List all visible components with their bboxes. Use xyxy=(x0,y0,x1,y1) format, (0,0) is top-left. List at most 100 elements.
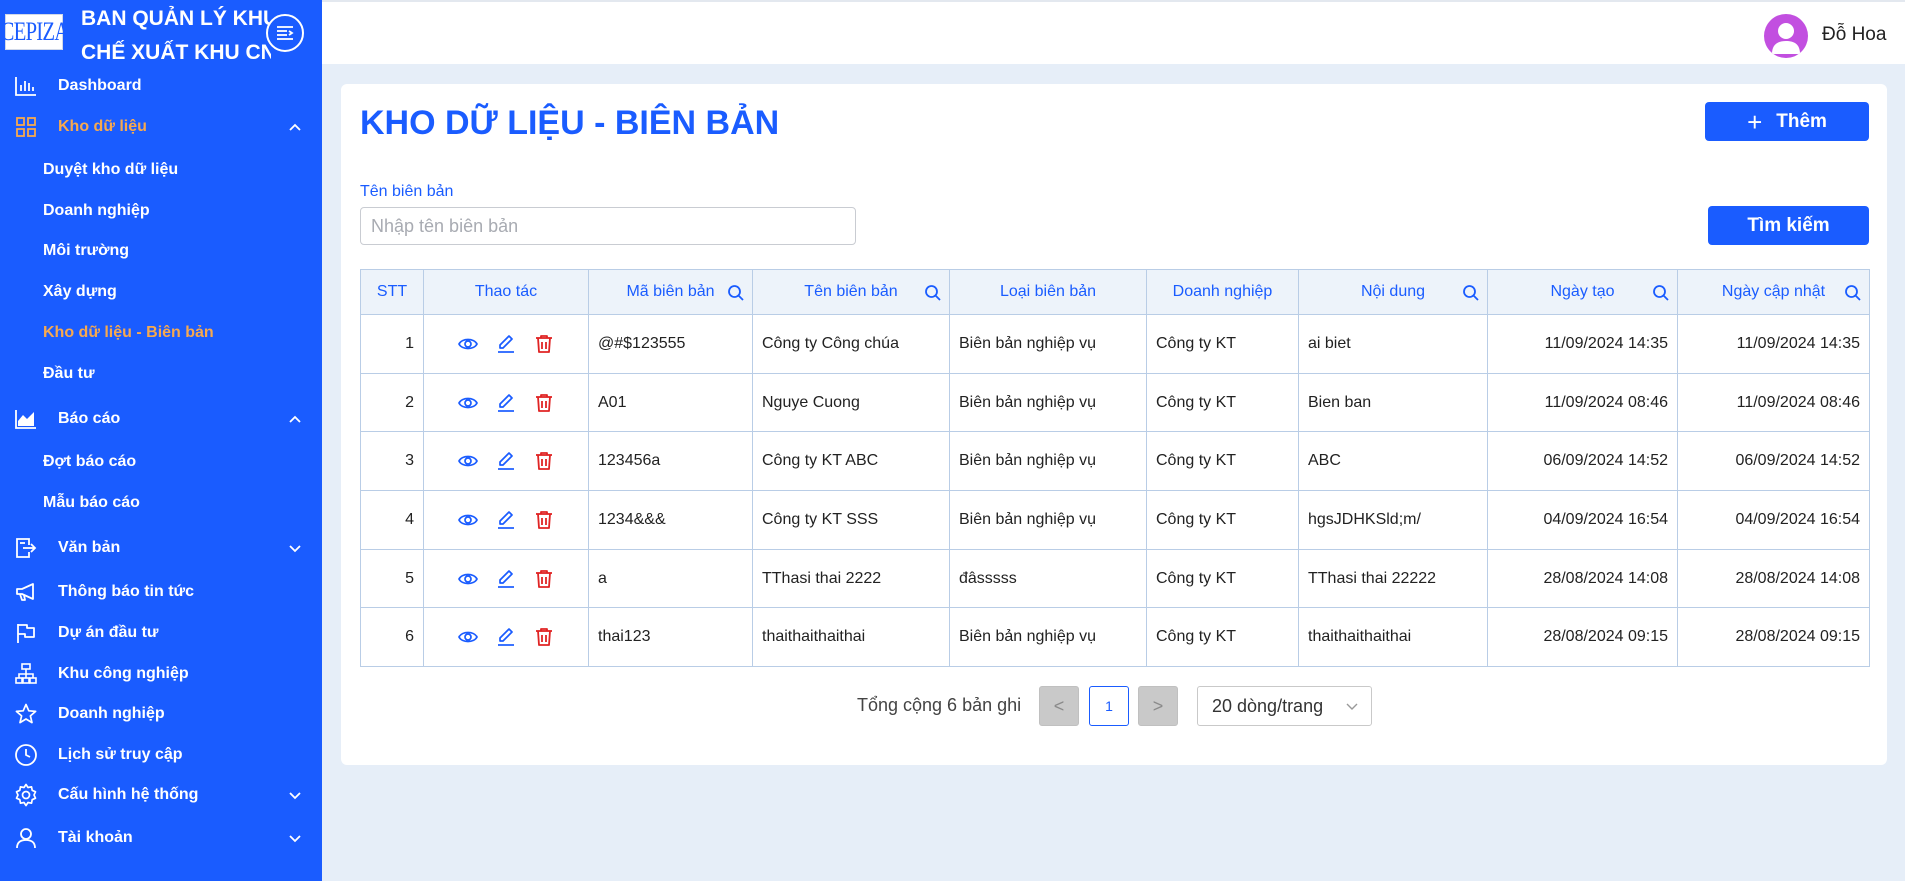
flag-icon xyxy=(14,621,38,645)
cell-ngay-cap-nhat: 11/09/2024 14:35 xyxy=(1677,314,1870,374)
search-icon[interactable] xyxy=(1652,284,1670,302)
cell-actions xyxy=(423,607,589,668)
sidebar-item-van-ban[interactable]: Văn bản xyxy=(0,530,322,566)
page-number-button[interactable]: 1 xyxy=(1089,686,1129,726)
trash-icon[interactable] xyxy=(534,334,554,354)
eye-icon[interactable] xyxy=(458,627,478,647)
prev-page-button[interactable]: < xyxy=(1039,686,1079,726)
cell-actions xyxy=(423,548,589,609)
table-row[interactable]: 3 123456a Công ty KT ABC Biên bản nghiệp vụ… xyxy=(360,431,1870,492)
search-icon[interactable] xyxy=(924,284,942,302)
cell-stt: 5 xyxy=(360,548,424,609)
cell-stt: 6 xyxy=(360,607,424,668)
avatar[interactable] xyxy=(1764,14,1808,58)
gear-icon xyxy=(14,783,38,807)
cell-loai-bien-ban: đâsssss xyxy=(949,548,1147,609)
next-page-button[interactable]: > xyxy=(1138,686,1178,726)
edit-icon[interactable] xyxy=(496,627,516,647)
sidebar-item-label: Cấu hình hệ thống xyxy=(58,786,199,803)
edit-icon[interactable] xyxy=(496,569,516,589)
edit-icon[interactable] xyxy=(496,393,516,413)
sidebar-item-dot-bao-cao[interactable]: Đợt báo cáo xyxy=(0,444,322,480)
sidebar-item-label: Duyệt kho dữ liệu xyxy=(43,161,179,178)
page-size-select[interactable]: 20 dòng/trang xyxy=(1197,686,1372,726)
menu-toggle-button[interactable] xyxy=(266,14,304,52)
col-header-thao-tac: Thao tác xyxy=(423,269,589,315)
cell-ma-bien-ban: 1234&&& xyxy=(588,490,753,550)
trash-icon[interactable] xyxy=(534,393,554,413)
search-button[interactable]: Tìm kiếm xyxy=(1708,206,1869,245)
sidebar-item-kho-du-lieu[interactable]: Kho dữ liệu xyxy=(0,109,322,145)
cell-ma-bien-ban: 123456a xyxy=(588,431,753,492)
cell-noi-dung: Bien ban xyxy=(1298,372,1488,433)
col-header-label: Mã biên bản xyxy=(626,283,715,300)
trash-icon[interactable] xyxy=(534,510,554,530)
total-records: Tổng cộng 6 bản ghi xyxy=(857,695,1022,715)
chevron-up-icon xyxy=(289,123,301,131)
sidebar-item-label: Doanh nghiệp xyxy=(43,202,150,219)
cell-actions xyxy=(423,490,589,550)
cell-ten-bien-ban: Công ty Công chúa xyxy=(752,314,950,374)
col-header-ngay-cap-nhat: Ngày cập nhật xyxy=(1677,269,1870,315)
edit-icon[interactable] xyxy=(496,334,516,354)
trash-icon[interactable] xyxy=(534,451,554,471)
sidebar-item-thong-bao[interactable]: Thông báo tin tức xyxy=(0,574,322,610)
search-field-label: Tên biên bản xyxy=(360,183,454,200)
sidebar-item-tai-khoan[interactable]: Tài khoản xyxy=(0,820,322,856)
cell-ten-bien-ban: thaithaithaithai xyxy=(752,607,950,668)
add-button[interactable]: + Thêm xyxy=(1705,102,1869,141)
sidebar-item-du-an[interactable]: Dự án đầu tư xyxy=(0,615,322,651)
search-icon[interactable] xyxy=(727,284,745,302)
logo: CEPIZA xyxy=(0,14,69,50)
cell-doanh-nghiep: Công ty KT xyxy=(1146,490,1299,550)
edit-icon[interactable] xyxy=(496,510,516,530)
page-title: KHO DỮ LIỆU - BIÊN BẢN xyxy=(360,104,780,142)
cell-ma-bien-ban: a xyxy=(588,548,753,609)
sidebar-item-label: Lịch sử truy cập xyxy=(58,746,183,763)
sidebar-item-label: Văn bản xyxy=(58,539,121,556)
brand-title-line1: BAN QUẢN LÝ KHU xyxy=(81,7,271,30)
sidebar-item-kho-bien-ban[interactable]: Kho dữ liệu - Biên bản xyxy=(0,315,322,351)
cell-stt: 3 xyxy=(360,431,424,492)
sidebar-item-moi-truong[interactable]: Môi trường xyxy=(0,233,322,269)
sidebar-item-bao-cao[interactable]: Báo cáo xyxy=(0,401,322,437)
table-row[interactable]: 1 @#$123555 Công ty Công chúa Biên bản nghi… xyxy=(360,314,1870,374)
cell-ngay-cap-nhat: 11/09/2024 08:46 xyxy=(1677,372,1870,433)
sidebar-item-doanh-nghiep[interactable]: Doanh nghiệp xyxy=(0,696,322,732)
brand-title: BAN QUẢN LÝ KHU CHẾ XUẤT KHU CN xyxy=(81,2,271,70)
records-table: STT Thao tác Mã biên bản Tên biên bản Lo… xyxy=(360,269,1870,668)
eye-icon[interactable] xyxy=(458,334,478,354)
eye-icon[interactable] xyxy=(458,393,478,413)
sidebar-item-mau-bao-cao[interactable]: Mẫu báo cáo xyxy=(0,485,322,521)
sidebar-item-cau-hinh[interactable]: Cấu hình hệ thống xyxy=(0,777,322,813)
sidebar-item-lich-su[interactable]: Lịch sử truy cập xyxy=(0,737,322,773)
table-row[interactable]: 4 1234&&& Công ty KT SSS Biên bản nghiệp vụ… xyxy=(360,490,1870,550)
trash-icon[interactable] xyxy=(534,569,554,589)
sidebar-item-label: Đợt báo cáo xyxy=(43,453,137,470)
trash-icon[interactable] xyxy=(534,627,554,647)
edit-icon[interactable] xyxy=(496,451,516,471)
search-icon[interactable] xyxy=(1462,284,1480,302)
sidebar-item-doanh-nghiep-sub[interactable]: Doanh nghiệp xyxy=(0,193,322,229)
sidebar-item-khu-cong-nghiep[interactable]: Khu công nghiệp xyxy=(0,656,322,692)
cell-ngay-tao: 04/09/2024 16:54 xyxy=(1487,490,1678,550)
sidebar-item-label: Dự án đầu tư xyxy=(58,624,159,641)
area-chart-icon xyxy=(14,407,38,431)
table-row[interactable]: 2 A01 Nguye Cuong Biên bản nghiệp vụ Công ty… xyxy=(360,372,1870,433)
sidebar-item-xay-dung[interactable]: Xây dựng xyxy=(0,274,322,310)
cell-stt: 2 xyxy=(360,372,424,433)
eye-icon[interactable] xyxy=(458,510,478,530)
user-name[interactable]: Đỗ Hoa xyxy=(1822,24,1886,46)
chevron-right-icon: > xyxy=(1152,695,1164,716)
eye-icon[interactable] xyxy=(458,569,478,589)
sidebar-item-duyet-kho[interactable]: Duyệt kho dữ liệu xyxy=(0,152,322,188)
sidebar-item-label: Mẫu báo cáo xyxy=(43,494,140,511)
sidebar-item-dashboard[interactable]: Dashboard xyxy=(0,68,322,104)
table-row[interactable]: 6 thai123 thaithaithaithai Biên bản nghiệp … xyxy=(360,607,1870,668)
eye-icon[interactable] xyxy=(458,451,478,471)
table-row[interactable]: 5 a TThasi thai 2222 đâsssss Công ty KT TThas… xyxy=(360,548,1870,609)
search-input[interactable] xyxy=(360,207,856,245)
search-icon[interactable] xyxy=(1844,284,1862,302)
col-header-loai-bien-ban: Loại biên bản xyxy=(949,269,1147,315)
sidebar-item-dau-tu[interactable]: Đầu tư xyxy=(0,356,322,392)
